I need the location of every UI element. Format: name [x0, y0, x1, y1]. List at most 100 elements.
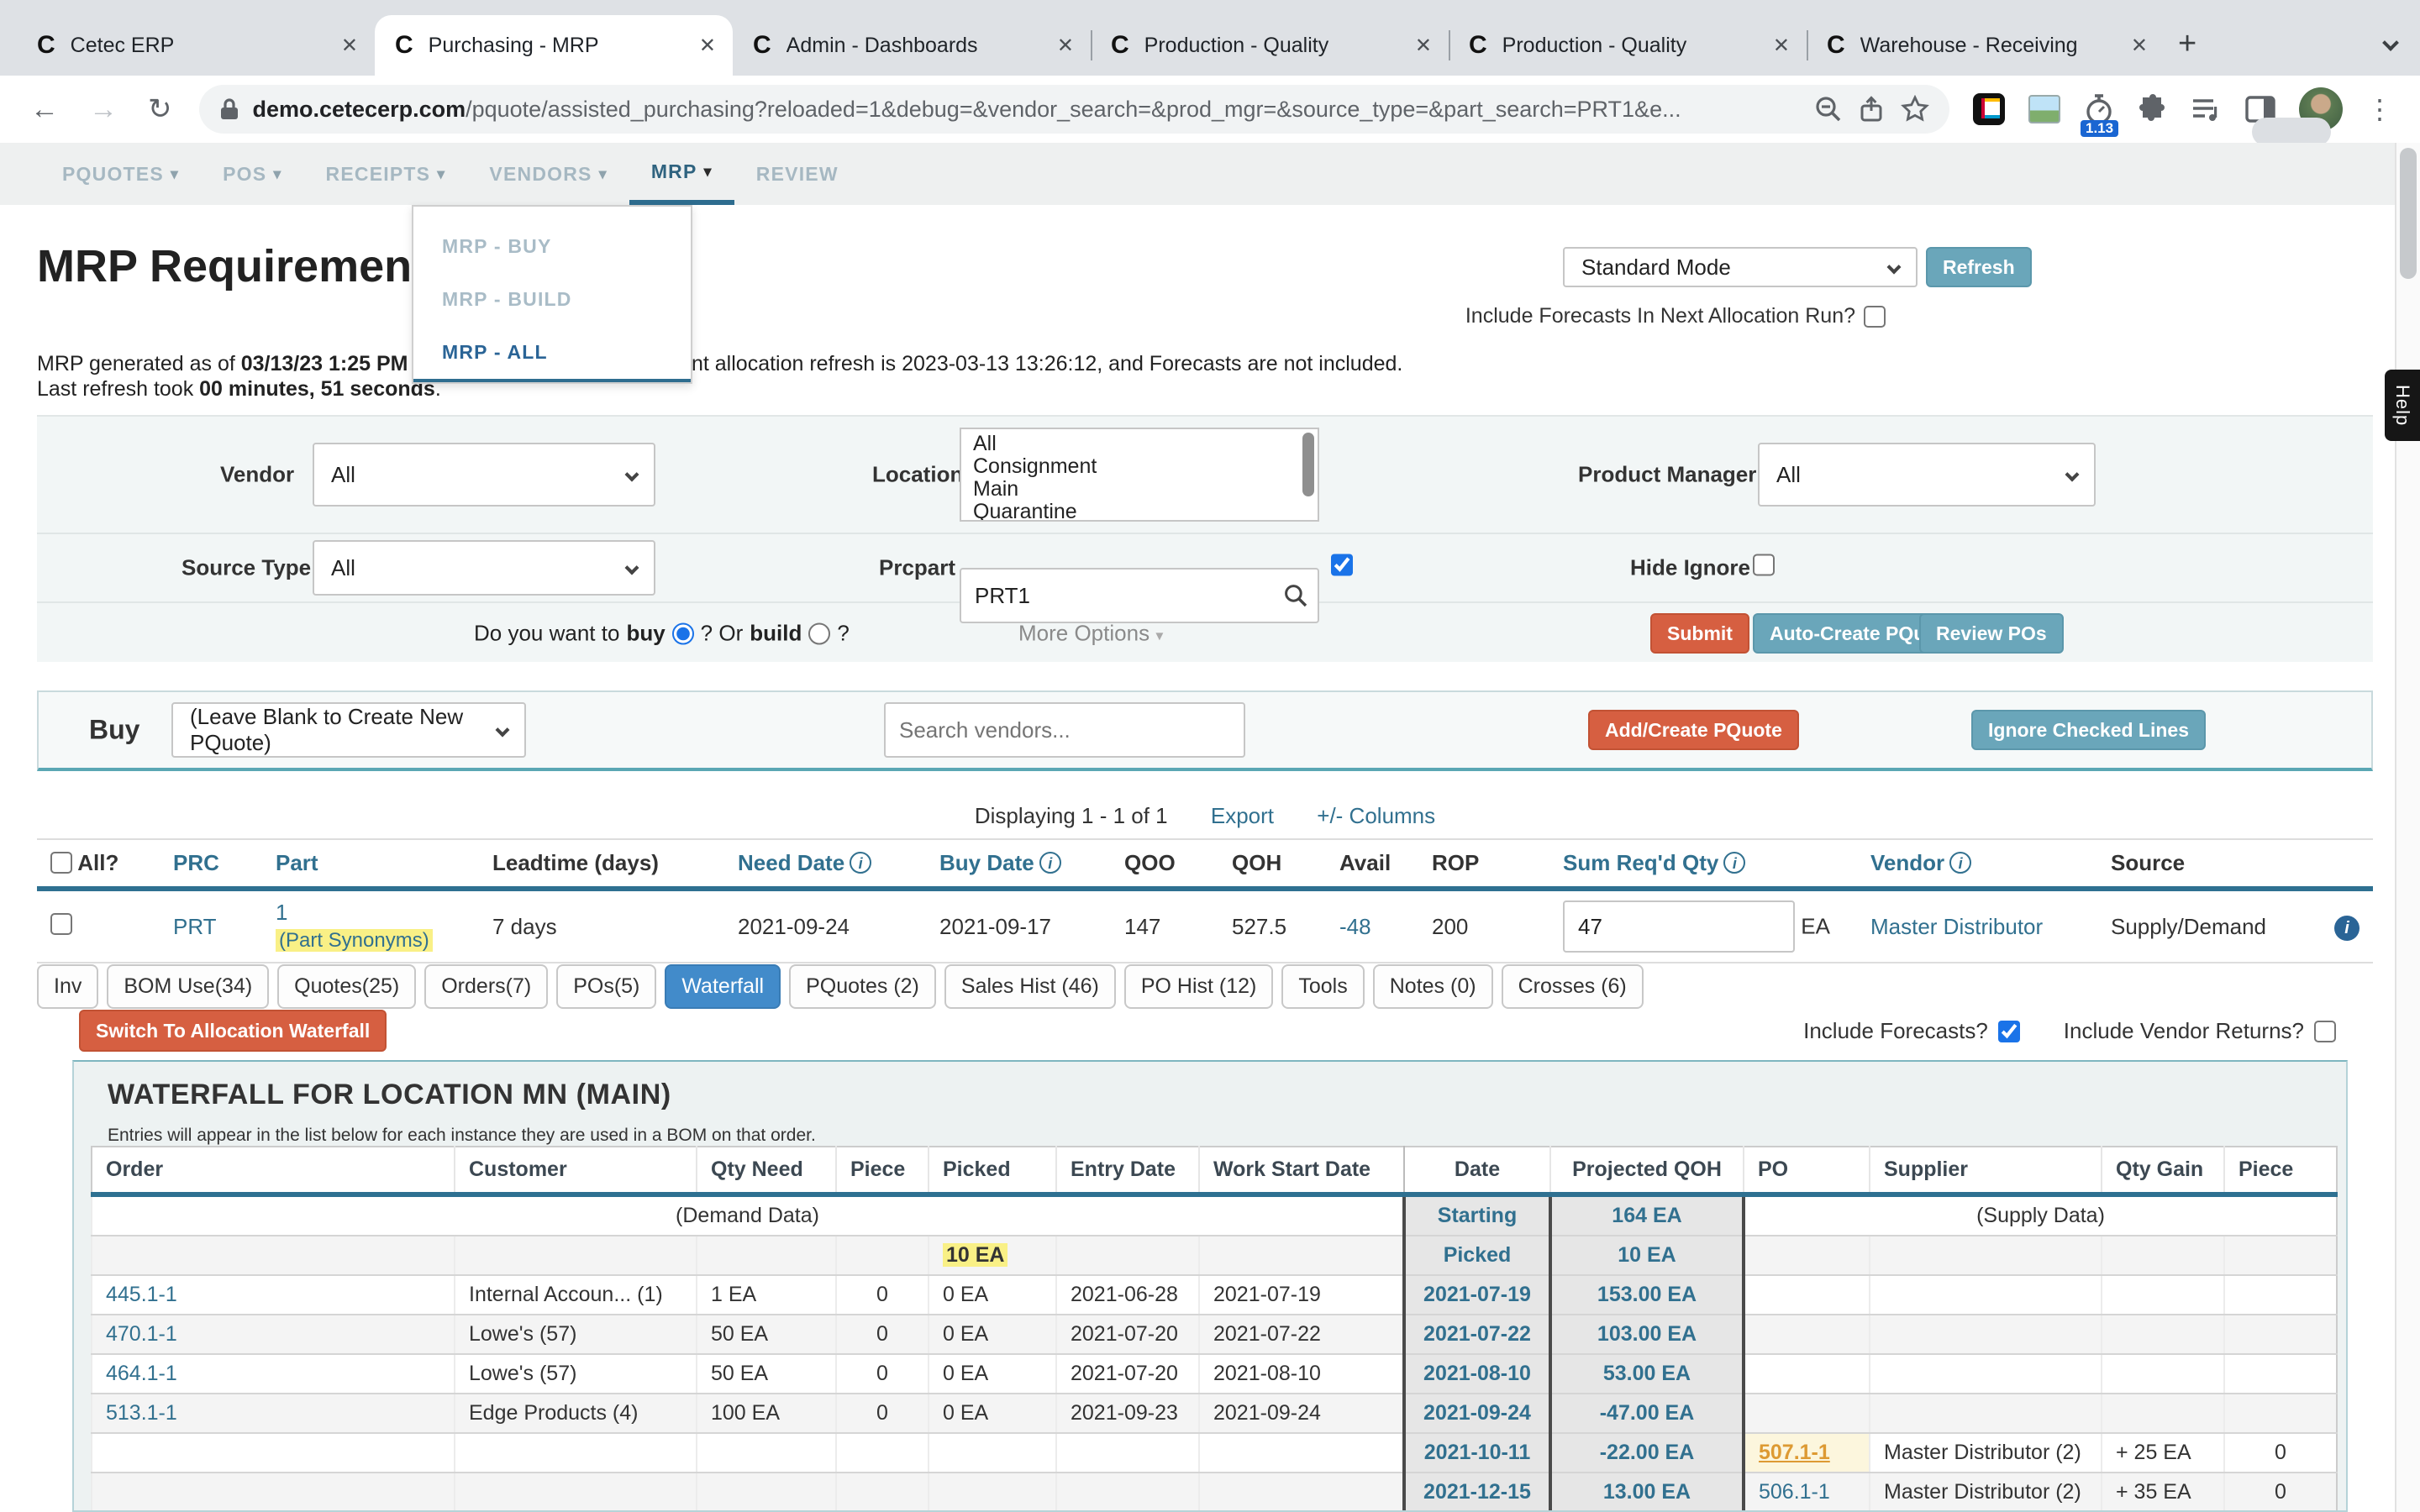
menu-item-mrp-build[interactable]: MRP - BUILD: [413, 273, 691, 326]
po-link[interactable]: 506.1-1: [1759, 1480, 1830, 1504]
timer-extension-icon[interactable]: 1.13: [2084, 93, 2114, 125]
po-link[interactable]: 507.1-1: [1759, 1441, 1830, 1464]
tab-close-icon[interactable]: ✕: [1408, 34, 1439, 58]
browser-menu-icon[interactable]: ⋮: [2356, 93, 2403, 125]
part-synonyms-link[interactable]: (Part Synonyms): [276, 929, 433, 952]
select-all-checkbox[interactable]: [50, 852, 72, 874]
location-option[interactable]: All: [973, 433, 1291, 455]
tab-tools[interactable]: Tools: [1281, 964, 1364, 1009]
scrollbar-thumb[interactable]: [2400, 148, 2417, 279]
location-option[interactable]: Consignment: [973, 455, 1291, 478]
nav-item-mrp[interactable]: MRP▾: [629, 143, 734, 205]
url-bar[interactable]: demo.cetecerp.com /pquote/assisted_purch…: [199, 85, 1950, 134]
buy-radio[interactable]: [672, 622, 694, 644]
screenshot-extension-icon[interactable]: [2028, 95, 2060, 123]
browser-tab[interactable]: CPurchasing - MRP✕: [375, 15, 733, 76]
media-queue-icon[interactable]: [2191, 96, 2222, 123]
switch-allocation-waterfall-button[interactable]: Switch To Allocation Waterfall: [79, 1010, 387, 1052]
refresh-button[interactable]: Refresh: [1926, 247, 2032, 287]
location-option[interactable]: Main: [973, 478, 1291, 501]
tab-close-icon[interactable]: ✕: [692, 34, 723, 58]
columns-link[interactable]: +/- Columns: [1317, 803, 1435, 828]
bookmark-star-icon[interactable]: [1901, 95, 1929, 123]
col-prc[interactable]: PRC: [160, 839, 262, 889]
reload-button[interactable]: ↻: [134, 92, 186, 126]
order-link[interactable]: 470.1-1: [106, 1322, 177, 1346]
row-checkbox[interactable]: [50, 913, 72, 935]
new-tab-button[interactable]: +: [2178, 26, 2196, 62]
include-forecasts-next-checkbox[interactable]: [1864, 306, 1886, 328]
submit-button[interactable]: Submit: [1650, 613, 1749, 654]
nav-item-review[interactable]: REVIEW: [734, 143, 860, 205]
tab-notes-0[interactable]: Notes (0): [1373, 964, 1493, 1009]
product-manager-select[interactable]: All: [1758, 443, 2096, 507]
col-need-date[interactable]: Need Datei: [724, 839, 926, 889]
order-link[interactable]: 445.1-1: [106, 1283, 177, 1306]
browser-tab[interactable]: CWarehouse - Receiving✕: [1807, 15, 2165, 76]
ignore-checked-lines-button[interactable]: Ignore Checked Lines: [1971, 710, 2206, 750]
mode-select[interactable]: Standard Mode: [1563, 247, 1918, 287]
prcpart-exact-checkbox[interactable]: [1331, 554, 1353, 576]
menu-item-mrp-buy[interactable]: MRP - BUY: [413, 220, 691, 273]
include-vendor-returns-checkbox[interactable]: [2314, 1021, 2336, 1042]
browser-tab[interactable]: CCetec ERP✕: [17, 15, 375, 76]
part-link[interactable]: 1: [276, 900, 287, 925]
forward-button[interactable]: →: [76, 93, 131, 126]
tab-close-icon[interactable]: ✕: [1766, 34, 1797, 58]
col-part[interactable]: Part: [262, 839, 479, 889]
vendor-select[interactable]: All: [313, 443, 655, 507]
hide-ignore-checkbox[interactable]: [1753, 554, 1775, 576]
vendor-search-input[interactable]: [884, 702, 1245, 758]
browser-tab[interactable]: CProduction - Quality✕: [1449, 15, 1807, 76]
menu-item-mrp-all[interactable]: MRP - ALL: [413, 326, 691, 382]
zoom-out-icon[interactable]: [1815, 96, 1842, 123]
page-scroll-pill[interactable]: [2252, 118, 2331, 146]
tab-close-icon[interactable]: ✕: [2124, 34, 2154, 58]
tab-orders-7[interactable]: Orders(7): [424, 964, 548, 1009]
tab-close-icon[interactable]: ✕: [1050, 34, 1081, 58]
add-create-pquote-button[interactable]: Add/Create PQuote: [1588, 710, 1799, 750]
nav-item-vendors[interactable]: VENDORS▾: [467, 143, 629, 205]
help-tab[interactable]: Help: [2385, 370, 2420, 441]
review-pos-button[interactable]: Review POs: [1919, 613, 2064, 654]
listbox-scrollbar[interactable]: [1302, 433, 1314, 496]
nav-item-pquotes[interactable]: PQUOTES▾: [40, 143, 201, 205]
tab-search-icon[interactable]: [2385, 24, 2396, 55]
tab-quotes-25[interactable]: Quotes(25): [277, 964, 416, 1009]
tab-pos-5[interactable]: POs(5): [556, 964, 656, 1009]
back-button[interactable]: ←: [17, 93, 72, 126]
nav-item-pos[interactable]: POS▾: [201, 143, 303, 205]
tab-sales-hist-46[interactable]: Sales Hist (46): [944, 964, 1116, 1009]
order-link[interactable]: 513.1-1: [106, 1401, 177, 1425]
col-buy-date[interactable]: Buy Datei: [926, 839, 1111, 889]
extensions-puzzle-icon[interactable]: [2138, 94, 2168, 124]
location-option[interactable]: Quarantine: [973, 501, 1291, 522]
page-scrollbar[interactable]: [2395, 143, 2420, 1512]
tab-inv[interactable]: Inv: [37, 964, 98, 1009]
sum-req-qty-input[interactable]: [1563, 900, 1795, 953]
order-link[interactable]: 464.1-1: [106, 1362, 177, 1385]
vendor-link[interactable]: Master Distributor: [1870, 914, 2043, 939]
export-link[interactable]: Export: [1211, 803, 1274, 828]
browser-tab[interactable]: CProduction - Quality✕: [1091, 15, 1449, 76]
share-icon[interactable]: [1859, 96, 1884, 123]
col-sum-req[interactable]: Sum Req'd Qtyi: [1549, 839, 1857, 889]
row-info-icon[interactable]: i: [2334, 916, 2360, 941]
location-listbox[interactable]: AllConsignmentMainQuarantine: [960, 428, 1319, 522]
source-type-select[interactable]: All: [313, 540, 655, 596]
col-vendor[interactable]: Vendori: [1857, 839, 2097, 889]
prc-link[interactable]: PRT: [173, 914, 217, 939]
tab-close-icon[interactable]: ✕: [334, 34, 365, 58]
tab-waterfall[interactable]: Waterfall: [665, 964, 781, 1009]
include-forecasts-checkbox[interactable]: [1998, 1021, 2020, 1042]
tab-po-hist-12[interactable]: PO Hist (12): [1124, 964, 1274, 1009]
tab-crosses-6[interactable]: Crosses (6): [1502, 964, 1644, 1009]
pquote-select[interactable]: (Leave Blank to Create New PQuote): [171, 702, 526, 758]
docs-extension-icon[interactable]: [1973, 93, 2005, 125]
build-radio[interactable]: [808, 622, 830, 644]
tab-bom-use-34[interactable]: BOM Use(34): [107, 964, 269, 1009]
more-options-link[interactable]: More Options ▾: [1018, 621, 1163, 647]
browser-tab[interactable]: CAdmin - Dashboards✕: [733, 15, 1091, 76]
tab-pquotes-2[interactable]: PQuotes (2): [789, 964, 936, 1009]
nav-item-receipts[interactable]: RECEIPTS▾: [304, 143, 468, 205]
